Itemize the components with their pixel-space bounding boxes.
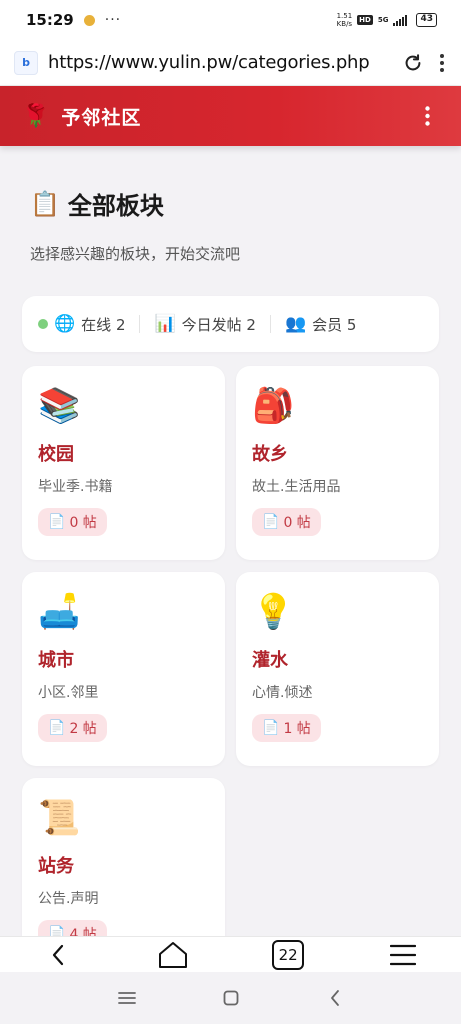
board-title[interactable]: 灌水 [252, 646, 423, 672]
couch-lamp-icon: 🛋️ [38, 592, 81, 632]
stat-online-label: 在线 2 [81, 315, 126, 334]
more-vert-icon [424, 106, 430, 126]
divider [139, 315, 141, 333]
stat-members: 👥 会员 5 [285, 314, 356, 335]
document-icon: 📄 [262, 720, 280, 736]
post-count: 0 帖 [283, 515, 311, 531]
document-icon: 📄 [48, 514, 66, 530]
site-favicon-icon: b [14, 50, 38, 75]
recent-apps-button[interactable] [115, 986, 139, 1010]
books-icon: 📚 [38, 386, 81, 426]
board-card-chat[interactable]: 💡 灌水 心情.倾述 📄 1 帖 [236, 572, 439, 766]
tabs-button[interactable]: 22 [258, 937, 318, 973]
board-description: 小区.邻里 [38, 685, 99, 701]
home-button[interactable] [143, 937, 203, 973]
back-icon [52, 944, 63, 965]
stat-online: 🌐 在线 2 [38, 314, 125, 335]
board-description: 毕业季.书籍 [38, 479, 113, 495]
battery-icon: 43 [416, 13, 437, 27]
recent-apps-icon [117, 992, 136, 1004]
clipboard-icon: 📋 [30, 189, 60, 218]
network-speed-unit: KB/s [336, 20, 353, 28]
notification-icon [83, 14, 95, 26]
signal-icon [393, 14, 408, 26]
hamburger-icon [390, 944, 417, 965]
system-back-icon [330, 990, 339, 1006]
logo-rose-icon[interactable]: 🌹 [22, 104, 49, 129]
board-description: 公告.声明 [38, 891, 99, 907]
backpack-icon: 🎒 [252, 386, 295, 426]
stats-card: 🌐 在线 2 📊 今日发帖 2 👥 会员 5 [22, 296, 439, 352]
post-count: 1 帖 [283, 721, 311, 737]
divider [269, 315, 271, 333]
document-icon: 📄 [262, 514, 280, 530]
stat-today-label: 今日发帖 2 [181, 315, 256, 334]
post-count-badge: 📄 2 帖 [38, 714, 107, 742]
url-field[interactable]: https://www.yulin.pw/categories.php [48, 52, 370, 73]
post-count: 0 帖 [69, 515, 97, 531]
document-icon: 📄 [48, 720, 66, 736]
stat-today-posts: 📊 今日发帖 2 [154, 314, 255, 335]
board-grid: 📚 校园 毕业季.书籍 📄 0 帖 🎒 故乡 故土.生活用品 📄 0 帖 🛋️ … [22, 366, 439, 936]
status-more-icon: ··· [104, 12, 122, 28]
post-count-badge: 📄 0 帖 [38, 508, 107, 536]
system-back-button[interactable] [323, 986, 347, 1010]
page-title: 全部板块 [67, 192, 164, 220]
status-indicators: 1.51 KB/s HD 5G 43 [337, 12, 437, 28]
system-home-button[interactable] [219, 986, 243, 1010]
status-bar: 15:29 ··· 1.51 KB/s HD 5G 43 [0, 0, 461, 40]
post-count-badge: 📄 4 帖 [38, 920, 107, 936]
post-count-badge: 📄 0 帖 [252, 508, 321, 536]
board-card-site-affairs[interactable]: 📜 站务 公告.声明 📄 4 帖 [22, 778, 225, 936]
board-title[interactable]: 城市 [38, 646, 209, 672]
tab-count: 22 [272, 939, 305, 970]
back-button[interactable] [28, 937, 88, 973]
home-icon [158, 941, 187, 968]
hd-icon: HD [357, 15, 373, 25]
browser-menu-button[interactable] [437, 51, 447, 75]
main-content: 📋 全部板块 选择感兴趣的板块，开始交流吧 🌐 在线 2 📊 今日发帖 2 👥 … [0, 146, 461, 936]
document-icon: 📄 [48, 926, 66, 936]
menu-button[interactable] [373, 937, 433, 973]
post-count: 2 帖 [69, 721, 97, 737]
stat-members-label: 会员 5 [312, 315, 357, 334]
network-type: 5G [377, 16, 389, 24]
address-bar: b https://www.yulin.pw/categories.php [0, 40, 461, 86]
scroll-icon: 📜 [38, 798, 81, 838]
page-subtitle: 选择感兴趣的板块，开始交流吧 [30, 245, 241, 263]
board-description: 故土.生活用品 [252, 479, 341, 495]
network-speed-value: 1.51 [336, 12, 353, 20]
board-card-city[interactable]: 🛋️ 城市 小区.邻里 📄 2 帖 [22, 572, 225, 766]
board-title[interactable]: 站务 [38, 852, 209, 878]
network-speed: 1.51 KB/s [337, 12, 353, 28]
post-count-badge: 📄 1 帖 [252, 714, 321, 742]
page-title-row: 📋 全部板块 [22, 186, 439, 221]
more-vert-icon [440, 53, 444, 72]
board-title[interactable]: 校园 [38, 440, 209, 466]
square-home-icon [223, 990, 238, 1006]
reload-button[interactable] [401, 51, 425, 75]
board-title[interactable]: 故乡 [252, 440, 423, 466]
online-status-dot [38, 319, 48, 329]
status-time: 15:29 [26, 11, 74, 29]
board-description: 心情.倾述 [252, 685, 313, 701]
app-title[interactable]: 予邻社区 [61, 103, 141, 130]
members-icon: 👥 [284, 314, 307, 334]
system-nav-bar [0, 972, 461, 1024]
header-menu-button[interactable] [415, 101, 439, 131]
globe-icon: 🌐 [54, 314, 76, 334]
post-count: 4 帖 [69, 927, 97, 936]
board-card-hometown[interactable]: 🎒 故乡 故土.生活用品 📄 0 帖 [236, 366, 439, 560]
light-bulb-icon: 💡 [252, 592, 295, 632]
bar-chart-icon: 📊 [154, 314, 176, 334]
app-header: 🌹 予邻社区 [0, 86, 461, 146]
reload-icon [405, 53, 421, 70]
browser-bottom-nav: 22 [0, 936, 461, 972]
board-card-campus[interactable]: 📚 校园 毕业季.书籍 📄 0 帖 [22, 366, 225, 560]
